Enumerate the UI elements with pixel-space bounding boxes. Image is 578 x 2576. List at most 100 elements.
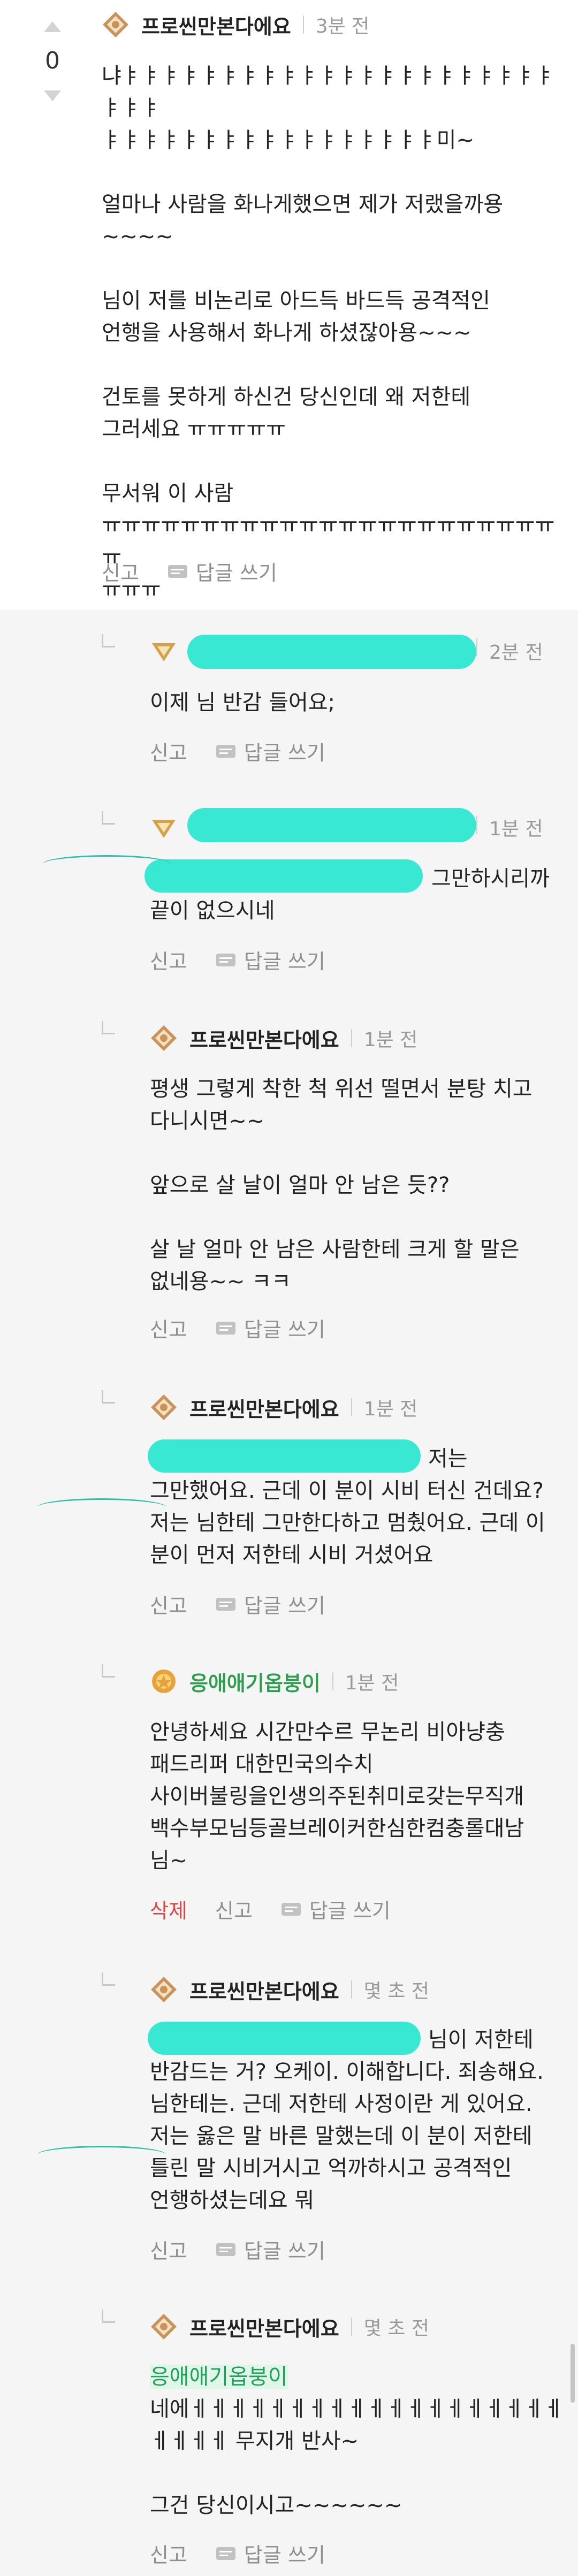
reply-actions: 신고 답글 쓰기 — [150, 945, 325, 974]
reply-button[interactable]: 답글 쓰기 — [196, 557, 277, 586]
reply-button[interactable]: 답글 쓰기 — [244, 736, 325, 766]
reply-author[interactable]: 프로씬만본다에요 — [189, 2312, 339, 2342]
reply-indent-icon — [102, 1390, 115, 1404]
reply-indent-icon — [102, 2310, 115, 2323]
rank-badge-icon — [150, 2313, 178, 2341]
reply-author[interactable]: 프로씬만본다에요 — [189, 1024, 339, 1053]
divider — [476, 816, 477, 834]
redacted-mention — [148, 2022, 421, 2055]
reply-icon — [168, 565, 187, 578]
scribble-mark — [43, 855, 171, 873]
comment-body: 냐ㅑㅑㅑㅑㅑㅑㅑㅑㅑㅑㅑㅑㅑㅑㅑㅑㅑㅑㅑㅑㅑㅑㅑㅑㅑ ㅑㅑㅑㅑㅑㅑㅑㅑㅑㅑㅑㅑㅑ… — [102, 64, 555, 602]
divider — [476, 638, 477, 657]
downvote-icon[interactable] — [44, 90, 61, 101]
divider — [302, 16, 304, 34]
reply-button[interactable]: 답글 쓰기 — [244, 2539, 325, 2568]
reply-indent-icon — [102, 1664, 115, 1678]
reply-author[interactable]: 프로씬만본다에요 — [189, 1393, 339, 1422]
reply-header: 프로씬만본다에요 몇 초 전 — [150, 2311, 429, 2343]
reply-icon — [216, 2243, 235, 2256]
rank-badge-icon — [150, 1667, 178, 1695]
report-button[interactable]: 신고 — [150, 1589, 187, 1619]
redacted-nickname — [187, 635, 476, 669]
reply-button[interactable]: 답글 쓰기 — [244, 2235, 325, 2264]
delete-button[interactable]: 삭제 — [150, 1894, 187, 1924]
comment-author[interactable]: 프로씬만본다에요 — [141, 10, 291, 40]
reply-header: 프로씬만본다에요 몇 초 전 — [150, 1973, 429, 2006]
reply-body: 평생 그렇게 착한 척 위선 떨면서 분탕 치고 다니시면~~ 앞으로 살 날이… — [150, 1077, 533, 1294]
scrollbar[interactable] — [571, 2344, 575, 2403]
scribble-mark — [37, 1498, 166, 1516]
redacted-mention — [144, 859, 423, 893]
reply-body-line: 그만하시리까 — [431, 866, 550, 891]
report-button[interactable]: 신고 — [102, 557, 139, 586]
reply-header: 프로씬만본다에요 1분 전 — [150, 1022, 417, 1054]
rank-badge-icon — [150, 1976, 178, 2003]
reply-body: 안녕하세요 시간만수르 무논리 비아냥충 패드리퍼 대한민국의수치 사이버불링을… — [150, 1720, 524, 1873]
rank-badge-icon — [150, 1393, 178, 1421]
reply-icon — [216, 953, 235, 966]
reply-header: 응애애기옵붕이 1분 전 — [150, 1665, 399, 1697]
divider — [332, 1672, 333, 1690]
scribble-mark — [37, 2146, 166, 2163]
reply-time: 1분 전 — [345, 1672, 399, 1694]
reply-author[interactable]: 응애애기옵붕이 — [189, 1667, 321, 1696]
rank-badge-icon — [102, 11, 130, 39]
reply-actions: 신고 답글 쓰기 — [150, 736, 325, 766]
reply-button[interactable]: 답글 쓰기 — [309, 1894, 391, 1924]
reply-icon — [216, 1321, 235, 1335]
reply-header — [150, 636, 189, 668]
reply-actions: 삭제 신고 답글 쓰기 — [150, 1894, 391, 1924]
vote-count: 0 — [45, 47, 60, 74]
reply-icon — [281, 1902, 301, 1916]
upvote-icon[interactable] — [44, 21, 61, 32]
reply-body: 네에ㅔㅔㅔㅔㅔㅔㅔㅔㅔㅔㅔㅔㅔㅔㅔㅔㅔㅔㅔ ㅔㅔㅔㅔ 무지개 반사~ 그건 당신… — [150, 2397, 564, 2518]
reply-body: 끝이 없으시네 — [150, 898, 275, 923]
reply-time: 1분 전 — [363, 1029, 418, 1051]
reply-body-line: 님이 저한테 — [428, 2028, 534, 2052]
reply-button[interactable]: 답글 쓰기 — [244, 1589, 325, 1619]
comment-actions: 신고 답글 쓰기 — [102, 557, 277, 586]
rank-badge-icon — [150, 814, 178, 842]
divider — [351, 2318, 352, 2336]
reply-indent-icon — [102, 811, 115, 825]
reply-header — [150, 812, 189, 844]
reply-body: 이제 님 반감 들어요; — [150, 690, 336, 715]
reply-button[interactable]: 답글 쓰기 — [244, 945, 325, 974]
report-button[interactable]: 신고 — [150, 945, 187, 974]
reply-time: 몇 초 전 — [363, 1980, 429, 2002]
rank-badge-icon — [150, 1024, 178, 1052]
comment-time: 3분 전 — [315, 16, 370, 37]
report-button[interactable]: 신고 — [215, 1894, 253, 1924]
reply-actions: 신고 답글 쓰기 — [150, 1313, 325, 1343]
reply-actions: 신고 답글 쓰기 — [150, 2539, 325, 2568]
reply-icon — [216, 1597, 235, 1611]
reply-author[interactable]: 프로씬만본다에요 — [189, 1975, 339, 2005]
reply-body-line: 저는 — [428, 1446, 468, 1471]
report-button[interactable]: 신고 — [150, 736, 187, 766]
divider — [351, 1980, 352, 1999]
rank-badge-icon — [150, 638, 178, 666]
reply-indent-icon — [102, 1021, 115, 1034]
reply-body: 그만했어요. 근데 이 분이 시비 터신 건데요? 저는 님한테 그만한다하고 … — [150, 1478, 545, 1567]
reply-indent-icon — [102, 634, 115, 647]
vote-widget: 0 — [37, 21, 67, 101]
report-button[interactable]: 신고 — [150, 2235, 187, 2264]
reply-time: 1분 전 — [363, 1398, 418, 1420]
reply-indent-icon — [102, 1972, 115, 1986]
reply-button[interactable]: 답글 쓰기 — [244, 1313, 325, 1343]
report-button[interactable]: 신고 — [150, 1313, 187, 1343]
comment-header: 프로씬만본다에요 3분 전 — [102, 9, 369, 41]
reply-icon — [216, 744, 235, 758]
reply-time: 2분 전 — [489, 642, 543, 664]
reply-time: 몇 초 전 — [363, 2318, 429, 2339]
reply-icon — [216, 2547, 235, 2560]
redacted-mention — [148, 1439, 421, 1473]
reply-body: 반감드는 거? 오케이. 이해합니다. 죄송해요. 님한테는. 근데 저한테 사… — [150, 2060, 544, 2213]
reply-mention-line: 응애애기옵붕이 — [150, 2361, 578, 2393]
report-button[interactable]: 신고 — [150, 2539, 187, 2568]
divider — [351, 1029, 352, 1047]
mention-tag[interactable]: 응애애기옵붕이 — [150, 2365, 288, 2389]
reply-time: 1분 전 — [489, 818, 543, 840]
reply-header: 프로씬만본다에요 1분 전 — [150, 1391, 417, 1423]
